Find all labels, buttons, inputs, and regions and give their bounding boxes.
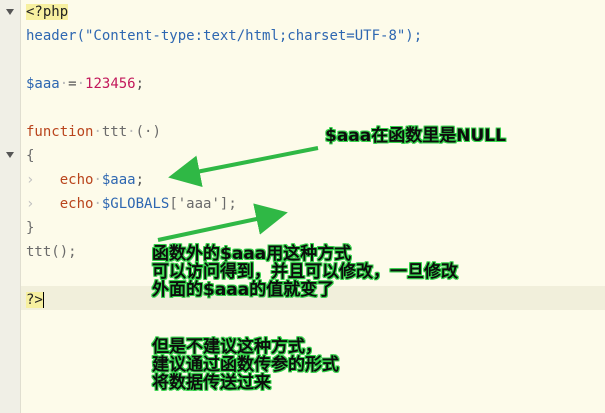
annotation-advice-note: 但是不建议这种方式， 建议通过函数传参的形式 将数据传送过来 [152, 337, 339, 393]
annotation-globals-note: 函数外的$aaa用这种方式 可以访问得到，并且可以修改，一旦修改 外面的$aaa… [152, 244, 458, 300]
annotation-null-note: $aaa在函数里是NULL [325, 126, 506, 146]
arrow-to-globals [157, 203, 288, 242]
arrow-to-echo-aaa [168, 146, 319, 188]
